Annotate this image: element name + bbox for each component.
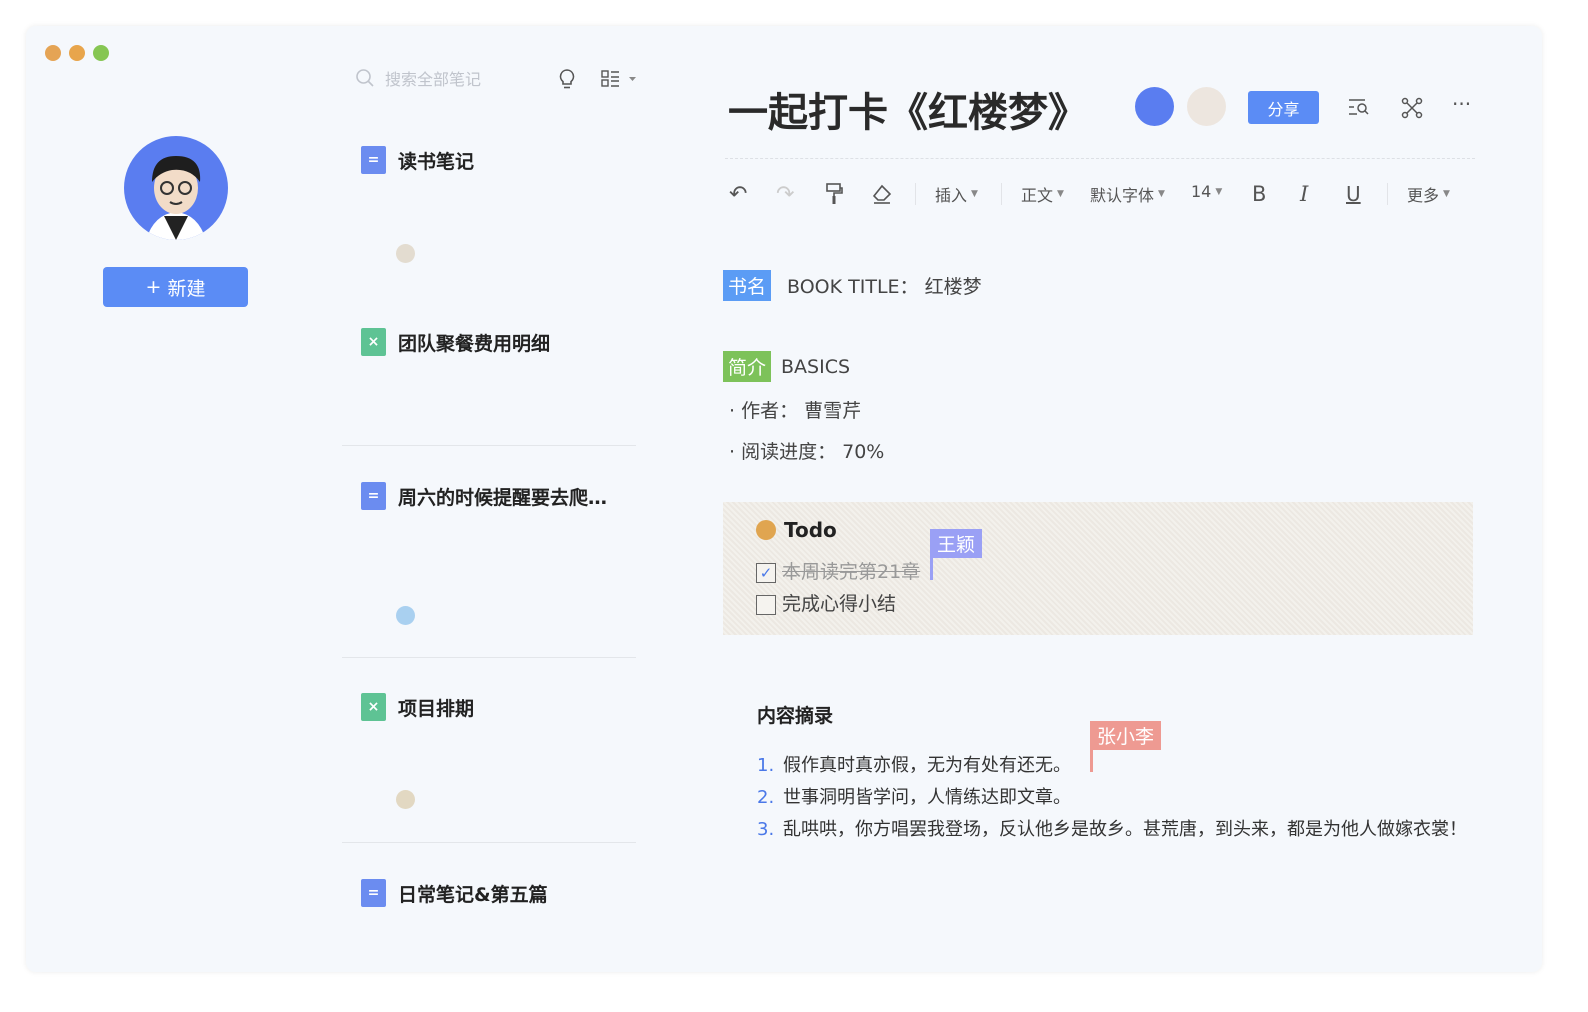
undo-icon[interactable]: ↶ — [729, 182, 747, 207]
underline-button[interactable]: U — [1346, 182, 1361, 206]
collaborator-cursor-label: 王颖 — [930, 529, 983, 558]
caret-down-icon: ▼ — [1443, 189, 1450, 199]
insert-label: 插入 — [935, 186, 968, 205]
font-dropdown[interactable]: 默认字体 ▼ — [1090, 182, 1165, 206]
search-placeholder: 搜索全部笔记 — [385, 70, 482, 89]
doc-icon: = — [361, 146, 386, 174]
font-size-dropdown[interactable]: 14 ▼ — [1191, 182, 1222, 201]
view-toggle-icon[interactable] — [601, 70, 637, 88]
collaborator-cursor-label: 张小李 — [1090, 721, 1162, 750]
new-note-button[interactable]: + 新建 — [103, 267, 248, 307]
basics-tag: 简介 — [723, 351, 772, 382]
maximize-button[interactable] — [93, 45, 109, 61]
checkbox[interactable] — [756, 594, 776, 615]
bullet-text: 作者： 曹雪芹 — [741, 400, 862, 422]
note-title: 读书笔记 — [398, 150, 475, 173]
minimize-button[interactable] — [69, 45, 85, 61]
share-button[interactable]: 分享 — [1248, 91, 1319, 124]
more-icon[interactable]: ··· — [1452, 92, 1471, 116]
divider — [342, 657, 636, 658]
doc-icon: = — [361, 879, 386, 907]
todo-item[interactable]: ✓ 本周读完第21章 — [756, 557, 920, 584]
todo-text: 本周读完第21章 — [782, 561, 921, 583]
toolbar-separator — [1387, 183, 1388, 205]
page-title[interactable]: 一起打卡《红楼梦》 — [728, 80, 1088, 138]
style-label: 正文 — [1021, 186, 1054, 205]
caret-down-icon: ▼ — [1215, 186, 1223, 197]
excerpt-text: 世事洞明皆学问，人情练达即文章。 — [783, 787, 1071, 808]
caret-down-icon: ▼ — [1057, 189, 1064, 199]
book-tag: 书名 — [723, 270, 772, 301]
doc-icon: = — [361, 482, 386, 510]
search-icon — [356, 69, 374, 87]
font-label: 默认字体 — [1090, 186, 1155, 205]
todo-text: 完成心得小结 — [782, 593, 897, 615]
bullet-item[interactable]: · 作者： 曹雪芹 — [729, 396, 861, 423]
note-item[interactable]: = 日常笔记&第五篇 — [361, 879, 548, 907]
sheet-icon: × — [361, 693, 386, 721]
divider — [725, 158, 1475, 159]
note-title: 周六的时候提醒要去爬… — [398, 486, 608, 509]
todo-item[interactable]: 完成心得小结 — [756, 589, 896, 616]
note-item[interactable]: × 项目排期 — [361, 693, 474, 721]
excerpt-item[interactable]: 2. 世事洞明皆学问，人情练达即文章。 — [757, 782, 1477, 814]
book-title-line[interactable]: 书名 BOOK TITLE： 红楼梦 — [723, 270, 982, 301]
collaborator-avatar[interactable] — [1135, 87, 1174, 126]
note-title: 项目排期 — [398, 697, 475, 720]
excerpt-item[interactable]: 1. 假作真时真亦假，无为有处有还无。 — [757, 750, 1477, 782]
collaborator-avatar — [396, 790, 415, 809]
mindmap-icon[interactable] — [1401, 97, 1423, 119]
divider — [342, 842, 636, 843]
collaborator-avatar — [396, 606, 415, 625]
note-item[interactable]: = 读书笔记 — [361, 146, 474, 174]
excerpt-text: 乱哄哄，你方唱罢我登场，反认他乡是故乡。甚荒唐，到头来，都是为他人做嫁衣裳！ — [783, 819, 1467, 840]
note-title: 团队聚餐费用明细 — [398, 332, 551, 355]
basics-label: BASICS — [781, 355, 851, 378]
toolbar-separator — [915, 183, 916, 205]
bullet-text: 阅读进度： 70% — [741, 441, 885, 463]
lightbulb-icon[interactable] — [558, 68, 576, 90]
sheet-icon: × — [361, 328, 386, 356]
bold-button[interactable]: B — [1252, 182, 1266, 206]
book-title: BOOK TITLE： 红楼梦 — [787, 276, 982, 298]
search-input[interactable]: 搜索全部笔记 — [355, 66, 481, 90]
user-avatar[interactable] — [124, 136, 228, 240]
divider — [342, 445, 636, 446]
note-title: 日常笔记&第五篇 — [398, 883, 548, 906]
insert-dropdown[interactable]: 插入 ▼ — [935, 182, 978, 206]
collaborator-avatar — [396, 244, 415, 263]
caret-down-icon: ▼ — [971, 189, 978, 199]
new-note-label: 新建 — [167, 277, 206, 300]
bullet-item[interactable]: · 阅读进度： 70% — [729, 437, 884, 464]
toolbar-separator — [1001, 183, 1002, 205]
todo-heading: Todo — [756, 518, 837, 542]
list-number: 3. — [757, 819, 775, 840]
more-label: 更多 — [1407, 186, 1440, 205]
more-dropdown[interactable]: 更多 ▼ — [1407, 182, 1450, 206]
excerpt-heading: 内容摘录 — [757, 705, 834, 727]
find-icon[interactable] — [1348, 98, 1370, 116]
excerpt-list: 1. 假作真时真亦假，无为有处有还无。 2. 世事洞明皆学问，人情练达即文章。 3.… — [757, 750, 1477, 846]
redo-icon[interactable]: ↷ — [776, 182, 794, 207]
collaborator-avatar[interactable] — [1187, 87, 1226, 126]
basics-heading[interactable]: 简介 BASICS — [723, 351, 850, 382]
note-item[interactable]: × 团队聚餐费用明细 — [361, 328, 550, 356]
paragraph-style-dropdown[interactable]: 正文 ▼ — [1021, 182, 1064, 206]
eraser-icon[interactable] — [871, 184, 893, 204]
caret-down-icon: ▼ — [1158, 189, 1165, 199]
note-item[interactable]: = 周六的时候提醒要去爬… — [361, 482, 607, 510]
plus-icon: + — [145, 276, 162, 298]
todo-title: Todo — [784, 518, 837, 542]
excerpt-item[interactable]: 3. 乱哄哄，你方唱罢我登场，反认他乡是故乡。甚荒唐，到头来，都是为他人做嫁衣裳！ — [757, 814, 1477, 846]
format-painter-icon[interactable] — [825, 183, 843, 205]
italic-button[interactable]: I — [1300, 182, 1308, 206]
emoji-icon — [756, 520, 776, 540]
close-button[interactable] — [45, 45, 61, 61]
checkbox-checked[interactable]: ✓ — [756, 562, 776, 583]
size-label: 14 — [1191, 182, 1212, 201]
list-number: 2. — [757, 787, 775, 808]
list-number: 1. — [757, 755, 775, 776]
excerpt-text: 假作真时真亦假，无为有处有还无。 — [783, 755, 1071, 776]
